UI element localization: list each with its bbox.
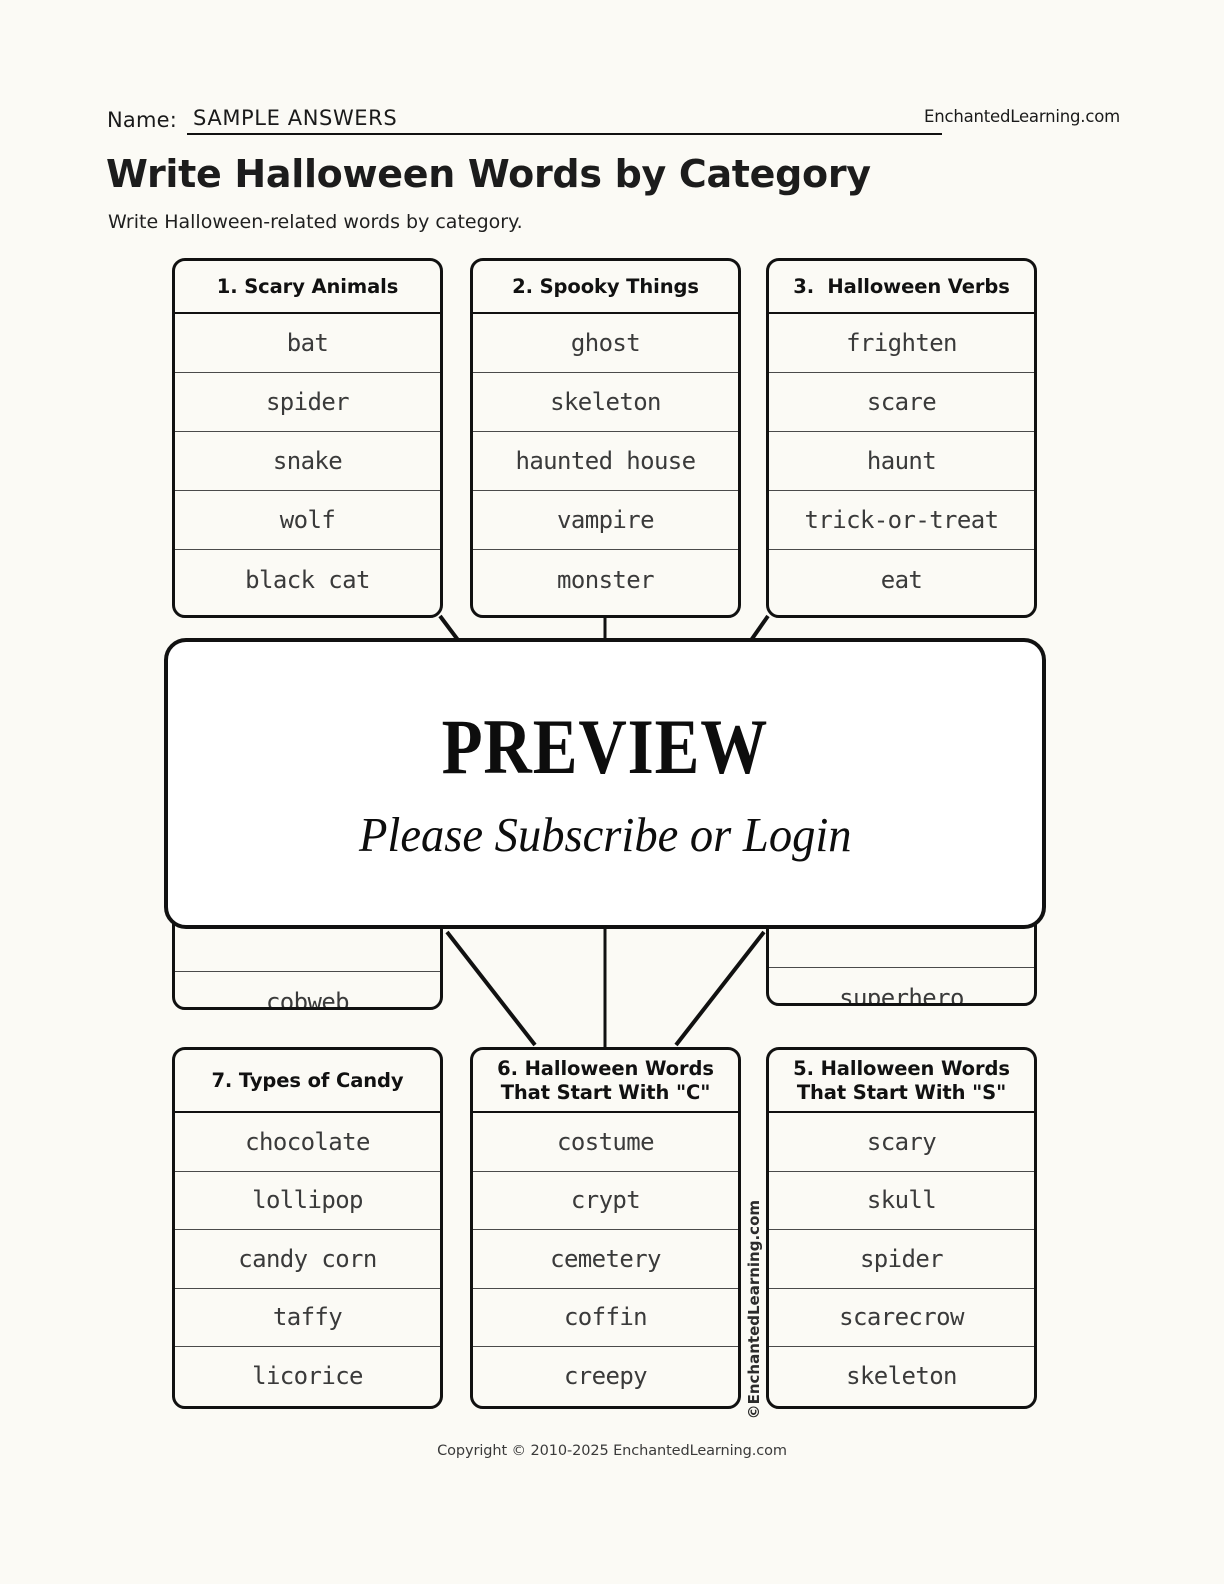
word-row[interactable]: vampire (473, 491, 738, 550)
word-row[interactable]: coffin (473, 1289, 738, 1347)
word-row[interactable]: trick-or-treat (769, 491, 1034, 550)
word-row[interactable]: scare (769, 373, 1034, 432)
category-box-6[interactable]: 6. Halloween Words That Start With "C" c… (470, 1047, 741, 1409)
page-subtitle: Write Halloween-related words by categor… (108, 211, 523, 233)
word-row[interactable]: wolf (175, 491, 440, 550)
preview-subscribe-prompt[interactable]: Please Subscribe or Login (359, 810, 852, 859)
category-box-3[interactable]: 3. Halloween Verbs frighten scare haunt … (766, 258, 1037, 618)
word-row[interactable]: spider (175, 373, 440, 432)
category-heading: 2. Spooky Things (473, 261, 738, 314)
name-row: Name: SAMPLE ANSWERS (107, 106, 942, 135)
vertical-watermark: ©EnchantedLearning.com (745, 1200, 763, 1420)
word-row[interactable]: creepy (473, 1347, 738, 1406)
word-row[interactable]: lollipop (175, 1172, 440, 1230)
site-logo: EnchantedLearning.com (924, 107, 1120, 126)
category-heading: 5. Halloween Words That Start With "S" (769, 1050, 1034, 1113)
preview-overlay: PREVIEW Please Subscribe or Login (164, 638, 1046, 929)
category-box-1[interactable]: 1. Scary Animals bat spider snake wolf b… (172, 258, 443, 618)
category-box-2[interactable]: 2. Spooky Things ghost skeleton haunted … (470, 258, 741, 618)
word-row[interactable]: skeleton (769, 1347, 1034, 1406)
word-row[interactable]: monster (473, 550, 738, 609)
word-row[interactable]: skull (769, 1172, 1034, 1230)
name-value: SAMPLE ANSWERS (193, 106, 398, 130)
word-row[interactable]: cemetery (473, 1230, 738, 1289)
word-row[interactable]: frighten (769, 314, 1034, 373)
word-row[interactable]: haunt (769, 432, 1034, 491)
category-box-5[interactable]: 5. Halloween Words That Start With "S" s… (766, 1047, 1037, 1409)
word-row[interactable]: eat (769, 550, 1034, 609)
word-row[interactable]: cobweb (175, 972, 440, 1008)
word-row[interactable]: snake (175, 432, 440, 491)
category-heading: 6. Halloween Words That Start With "C" (473, 1050, 738, 1113)
word-row[interactable]: scary (769, 1113, 1034, 1172)
word-row[interactable]: superhero (769, 968, 1034, 1004)
word-row[interactable]: costume (473, 1113, 738, 1172)
word-row[interactable]: taffy (175, 1289, 440, 1347)
word-row[interactable]: skeleton (473, 373, 738, 432)
word-row[interactable]: black cat (175, 550, 440, 609)
name-label: Name: (107, 108, 178, 132)
word-row[interactable]: haunted house (473, 432, 738, 491)
preview-title: PREVIEW (441, 703, 769, 790)
category-heading: 3. Halloween Verbs (769, 261, 1034, 314)
copyright-footer: Copyright © 2010-2025 EnchantedLearning.… (437, 1443, 787, 1459)
category-box-7[interactable]: 7. Types of Candy chocolate lollipop can… (172, 1047, 443, 1409)
word-row[interactable]: licorice (175, 1347, 440, 1406)
word-row[interactable]: spider (769, 1230, 1034, 1289)
word-row[interactable]: crypt (473, 1172, 738, 1230)
word-row[interactable]: scarecrow (769, 1289, 1034, 1347)
page-title: Write Halloween Words by Category (106, 152, 871, 196)
name-field[interactable]: SAMPLE ANSWERS (187, 106, 942, 135)
category-heading: 7. Types of Candy (175, 1050, 440, 1113)
word-row[interactable]: bat (175, 314, 440, 373)
word-row[interactable]: candy corn (175, 1230, 440, 1289)
category-heading: 1. Scary Animals (175, 261, 440, 314)
worksheet-page: Name: SAMPLE ANSWERS EnchantedLearning.c… (0, 0, 1224, 1584)
word-row[interactable]: ghost (473, 314, 738, 373)
word-row[interactable]: chocolate (175, 1113, 440, 1172)
